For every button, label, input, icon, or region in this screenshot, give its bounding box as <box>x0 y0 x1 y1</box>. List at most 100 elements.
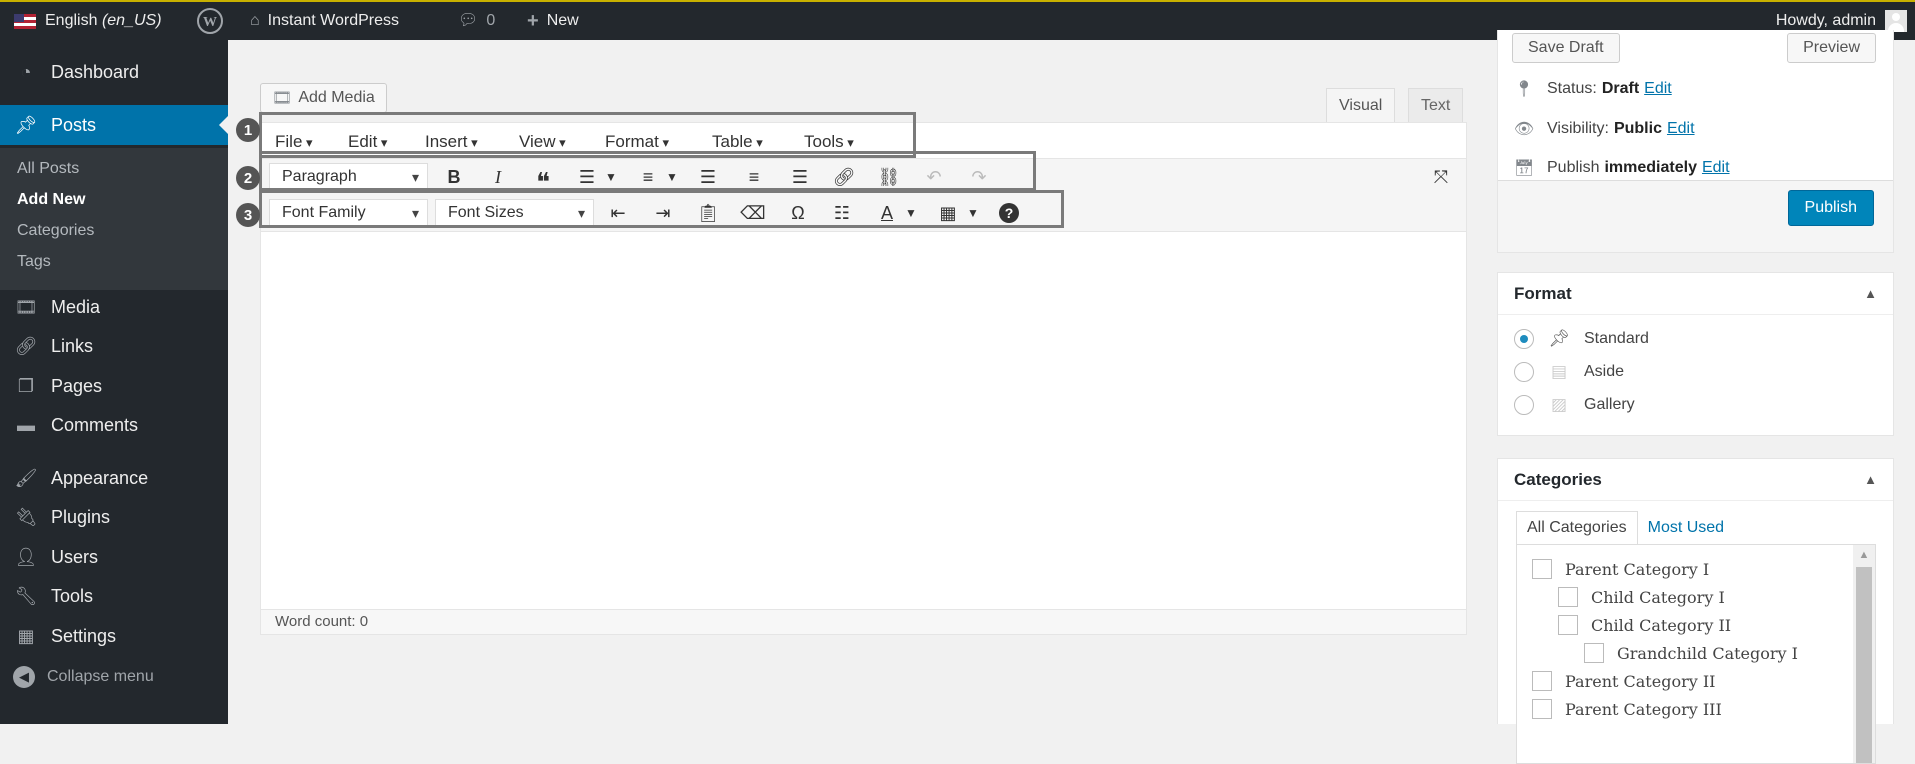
category-tabs: All Categories Most Used <box>1516 511 1734 545</box>
sidebar-item-settings[interactable]: ▦ Settings <box>0 616 228 656</box>
gallery-icon: ▨ <box>1550 395 1568 414</box>
new-label: New <box>546 12 579 29</box>
radio-aside[interactable] <box>1514 362 1534 382</box>
submenu-tags[interactable]: Tags <box>17 253 51 271</box>
category-checkbox[interactable] <box>1558 615 1578 635</box>
category-item[interactable]: Child Category I <box>1558 587 1725 607</box>
word-count: Word count: 0 <box>261 609 1466 634</box>
aside-icon: ▤ <box>1550 362 1568 381</box>
sidebar-item-appearance[interactable]: 🖌︎ Appearance <box>0 458 228 498</box>
add-media-button[interactable]: 🎞︎ Add Media <box>260 83 387 113</box>
category-item[interactable]: Parent Category II <box>1532 671 1716 691</box>
sidebar-item-posts[interactable]: 📌︎ Posts <box>0 105 228 145</box>
tab-text[interactable]: Text <box>1408 88 1464 122</box>
radio-standard[interactable] <box>1514 329 1534 349</box>
format-option-gallery[interactable]: ▨ Gallery <box>1514 395 1635 415</box>
save-draft-button[interactable]: Save Draft <box>1512 33 1620 63</box>
edit-status-link[interactable]: Edit <box>1644 80 1672 98</box>
publish-box: Save Draft Preview 📍︎ Status: Draft Edit… <box>1497 30 1894 253</box>
editor-content-area[interactable] <box>261 233 1466 608</box>
category-item[interactable]: Child Category II <box>1558 615 1731 635</box>
category-checkbox[interactable] <box>1532 699 1552 719</box>
sidebar-item-label: Users <box>51 546 99 567</box>
sidebar-item-comments[interactable]: ▬ Comments <box>0 405 228 445</box>
edit-date-link[interactable]: Edit <box>1702 159 1730 177</box>
submenu-categories[interactable]: Categories <box>17 222 94 240</box>
tab-most-used[interactable]: Most Used <box>1638 511 1734 545</box>
fullscreen-icon[interactable]: ⤧ <box>1426 164 1456 190</box>
edit-visibility-link[interactable]: Edit <box>1667 120 1695 138</box>
sidebar-item-label: Media <box>51 296 101 317</box>
sidebar-item-plugins[interactable]: 🔌︎ Plugins <box>0 497 228 537</box>
category-item[interactable]: Parent Category I <box>1532 559 1709 579</box>
sidebar-item-media[interactable]: 🎞︎ Media <box>0 287 228 327</box>
category-checkbox[interactable] <box>1532 559 1552 579</box>
category-label: Parent Category III <box>1565 699 1722 719</box>
language-switcher[interactable]: English (en_US) <box>14 2 162 40</box>
format-box-title: Format <box>1514 284 1572 303</box>
pushpin-icon: 📌︎ <box>1548 329 1570 348</box>
sidebar-item-label: Dashboard <box>51 61 140 82</box>
comments-link[interactable]: 💬︎ 0 <box>458 2 495 40</box>
us-flag-icon <box>14 13 36 29</box>
sidebar-item-label: Links <box>51 335 94 356</box>
calendar-icon: 📅︎ <box>1513 160 1535 177</box>
sidebar-item-pages[interactable]: ❐ Pages <box>0 366 228 406</box>
category-label: Child Category I <box>1591 587 1725 607</box>
posts-submenu: All Posts Add New Categories Tags <box>0 148 228 290</box>
sidebar-item-label: Plugins <box>51 506 111 527</box>
sidebar-item-label: Pages <box>51 375 103 396</box>
collapse-up-icon[interactable]: ▲ <box>1864 459 1877 501</box>
category-item[interactable]: Grandchild Category I <box>1584 643 1798 663</box>
preview-button[interactable]: Preview <box>1787 33 1876 63</box>
category-checklist: Parent Category I Child Category I Child… <box>1516 544 1876 764</box>
submenu-add-new[interactable]: Add New <box>17 191 85 209</box>
tab-all-categories[interactable]: All Categories <box>1516 511 1638 545</box>
media-icon: 🎞︎ <box>272 90 293 107</box>
radio-gallery[interactable] <box>1514 395 1534 415</box>
publish-date-row: 📅︎ Publish immediately Edit <box>1513 158 1730 178</box>
new-content-link[interactable]: + New <box>527 2 579 40</box>
category-scrollbar[interactable]: ▲ <box>1853 545 1875 763</box>
category-checkbox[interactable] <box>1584 643 1604 663</box>
wordpress-logo[interactable]: W <box>196 2 224 40</box>
settings-icon: ▦ <box>17 625 35 646</box>
publish-label: Publish <box>1547 159 1600 176</box>
pin-icon: 📍︎ <box>1513 81 1535 98</box>
sidebar-item-users[interactable]: 👤︎ Users <box>0 537 228 577</box>
site-name-link[interactable]: ⌂ Instant WordPress <box>250 2 399 40</box>
categories-box-header[interactable]: Categories ▲ <box>1498 459 1893 501</box>
format-option-aside[interactable]: ▤ Aside <box>1514 362 1624 382</box>
status-row: 📍︎ Status: Draft Edit <box>1513 79 1672 99</box>
category-checkbox[interactable] <box>1532 671 1552 691</box>
collapse-up-icon[interactable]: ▲ <box>1864 273 1877 315</box>
format-option-standard[interactable]: 📌︎ Standard <box>1514 329 1649 349</box>
sidebar-item-tools[interactable]: 🔧︎ Tools <box>0 576 228 616</box>
publish-button[interactable]: Publish <box>1787 190 1874 226</box>
status-value: Draft <box>1601 80 1640 97</box>
sidebar-item-dashboard[interactable]: ◔ Dashboard <box>0 52 228 92</box>
format-box-header[interactable]: Format ▲ <box>1498 273 1893 315</box>
tab-visual[interactable]: Visual <box>1326 88 1396 122</box>
format-option-label: Standard <box>1584 330 1649 347</box>
sidebar-item-links[interactable]: 🔗︎ Links <box>0 326 228 366</box>
wrench-icon: 🔧︎ <box>14 585 38 606</box>
scroll-up-icon[interactable]: ▲ <box>1853 545 1875 565</box>
collapse-menu-button[interactable]: ◀ Collapse menu <box>13 666 154 688</box>
plugin-icon: 🔌︎ <box>14 506 38 527</box>
sidebar-item-label: Posts <box>51 114 97 135</box>
users-icon: 👤︎ <box>14 546 38 567</box>
comments-count: 0 <box>486 12 496 29</box>
sidebar-item-label: Tools <box>51 585 94 606</box>
dashboard-icon: ◔ <box>20 61 32 82</box>
sidebar-item-label: Comments <box>51 414 139 435</box>
scrollbar-thumb[interactable] <box>1856 567 1872 763</box>
format-option-label: Gallery <box>1584 396 1635 413</box>
category-item[interactable]: Parent Category III <box>1532 699 1722 719</box>
admin-sidebar: ◔ Dashboard 📌︎ Posts All Posts Add New C… <box>0 40 228 724</box>
category-checkbox[interactable] <box>1558 587 1578 607</box>
submenu-all-posts[interactable]: All Posts <box>17 160 79 178</box>
brush-icon: 🖌︎ <box>14 467 38 488</box>
format-option-label: Aside <box>1584 363 1625 380</box>
categories-box-title: Categories <box>1514 470 1602 489</box>
